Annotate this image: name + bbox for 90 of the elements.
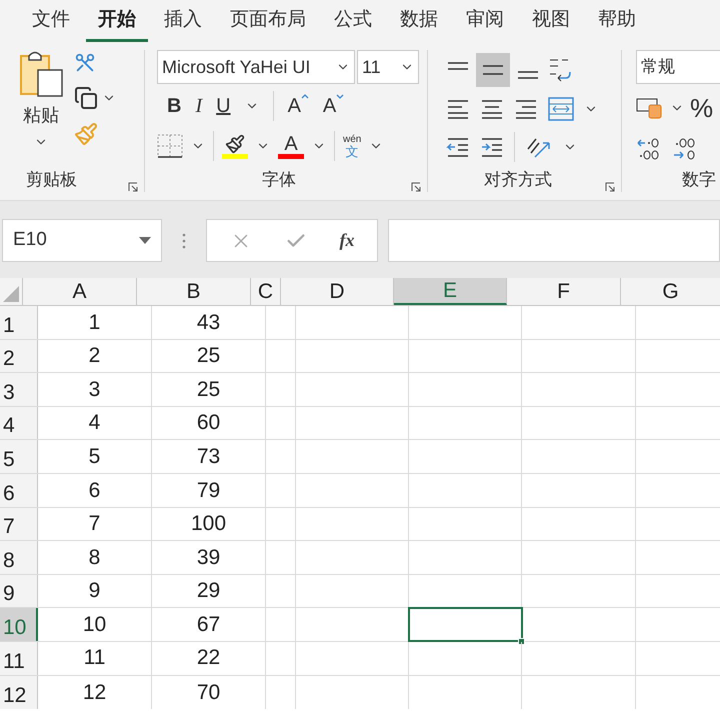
number-format-field[interactable]: 常规 (636, 50, 720, 84)
cut-icon[interactable] (74, 52, 96, 74)
percent-button[interactable]: % (690, 88, 714, 128)
row-header[interactable]: 11 (0, 642, 38, 675)
ribbon-tab[interactable]: 审阅 (454, 0, 516, 42)
table-cell: 3 (38, 373, 152, 406)
font-size-field[interactable]: 11 (357, 50, 419, 84)
table-cell: 39 (152, 541, 266, 574)
table-cell: 10 (38, 608, 152, 641)
table-cell: 9 (38, 574, 152, 608)
table-cell: 12 (38, 676, 152, 710)
ribbon-tab[interactable]: 页面布局 (218, 0, 318, 42)
dialog-launcher-icon[interactable] (128, 182, 138, 192)
row-header[interactable]: 2 (0, 340, 38, 372)
column-header[interactable]: F (507, 278, 621, 305)
shrink-font-button[interactable]: A (322, 91, 344, 121)
align-left-icon[interactable] (446, 99, 470, 119)
group-label: 剪贴板 (26, 168, 77, 190)
align-center-icon[interactable] (480, 99, 504, 119)
grow-font-button[interactable]: A (288, 91, 309, 121)
row-header[interactable]: 1 (0, 306, 38, 339)
table-cell: 6 (38, 474, 152, 507)
row-header[interactable]: 3 (0, 373, 38, 406)
up-caret-icon (300, 94, 309, 99)
drag-handle-icon[interactable] (182, 233, 186, 249)
currency-icon[interactable] (636, 96, 664, 120)
ribbon-tab[interactable]: 文件 (20, 0, 82, 42)
formula-input[interactable] (388, 219, 720, 262)
increase-indent-icon[interactable] (480, 137, 504, 157)
ribbon-tab[interactable]: 公式 (322, 0, 384, 42)
ribbon-tab[interactable]: 视图 (520, 0, 582, 42)
decrease-indent-icon[interactable] (446, 137, 470, 157)
middle-align-button[interactable] (476, 53, 510, 87)
table-cell: 25 (152, 373, 266, 406)
borders-icon[interactable] (157, 134, 183, 158)
column-header[interactable]: B (137, 278, 251, 305)
table-cell: 4 (38, 406, 152, 440)
row-header[interactable]: 7 (0, 508, 38, 540)
copy-icon[interactable] (74, 86, 98, 110)
table-cell: 1 (38, 306, 152, 339)
row-header[interactable]: 4 (0, 406, 38, 440)
align-right-icon[interactable] (514, 99, 538, 119)
group-label: 字体 (262, 168, 296, 190)
phonetic-button[interactable]: wén 文 (343, 134, 362, 158)
column-header[interactable]: C (251, 278, 281, 305)
table-cell: 5 (38, 440, 152, 473)
table-cell: 25 (152, 340, 266, 372)
paste-label[interactable]: 粘贴 (23, 102, 59, 129)
italic-button[interactable]: I (195, 91, 202, 121)
bold-button[interactable]: B (167, 91, 182, 121)
table-cell: 11 (38, 642, 152, 675)
table-cell: 67 (152, 608, 266, 641)
row-header[interactable]: 12 (0, 676, 38, 710)
table-cell: 29 (152, 574, 266, 608)
table-cell: 79 (152, 474, 266, 507)
dialog-launcher-icon[interactable] (605, 182, 615, 192)
dialog-launcher-icon[interactable] (411, 182, 421, 192)
underline-button[interactable]: U (216, 91, 231, 121)
ribbon-tab[interactable]: 开始 (86, 0, 148, 42)
group-label: 数字 (682, 168, 716, 190)
paste-icon[interactable] (18, 50, 64, 98)
table-cell: 22 (152, 642, 266, 675)
dropdown-icon[interactable] (139, 237, 151, 244)
fill-color-icon[interactable] (222, 134, 248, 158)
ribbon-tab[interactable]: 帮助 (586, 0, 648, 42)
ribbon-tab[interactable]: 插入 (152, 0, 214, 42)
column-header[interactable]: G (621, 278, 720, 305)
font-name-field[interactable]: Microsoft YaHei UI (157, 50, 355, 84)
insert-function-button[interactable]: fx (340, 227, 354, 254)
table-cell: 43 (152, 306, 266, 339)
table-cell: 60 (152, 406, 266, 440)
row-header[interactable]: 6 (0, 474, 38, 507)
table-cell: 73 (152, 440, 266, 473)
column-header[interactable]: E (394, 278, 507, 305)
merge-center-icon[interactable] (548, 97, 574, 121)
table-cell: 2 (38, 340, 152, 372)
name-box[interactable]: E10 (2, 219, 162, 262)
row-header[interactable]: 10 (0, 608, 38, 641)
down-caret-icon (336, 94, 344, 99)
group-label: 对齐方式 (484, 168, 552, 190)
table-cell: 70 (152, 676, 266, 710)
table-cell: 7 (38, 508, 152, 540)
row-header[interactable]: 5 (0, 440, 38, 473)
row-header[interactable]: 8 (0, 541, 38, 574)
column-header[interactable]: A (23, 278, 137, 305)
font-color-button[interactable]: A (278, 134, 304, 158)
ribbon-tab[interactable]: 数据 (388, 0, 450, 42)
table-cell: 100 (152, 508, 266, 540)
table-cell: 8 (38, 541, 152, 574)
row-header[interactable]: 9 (0, 574, 38, 608)
